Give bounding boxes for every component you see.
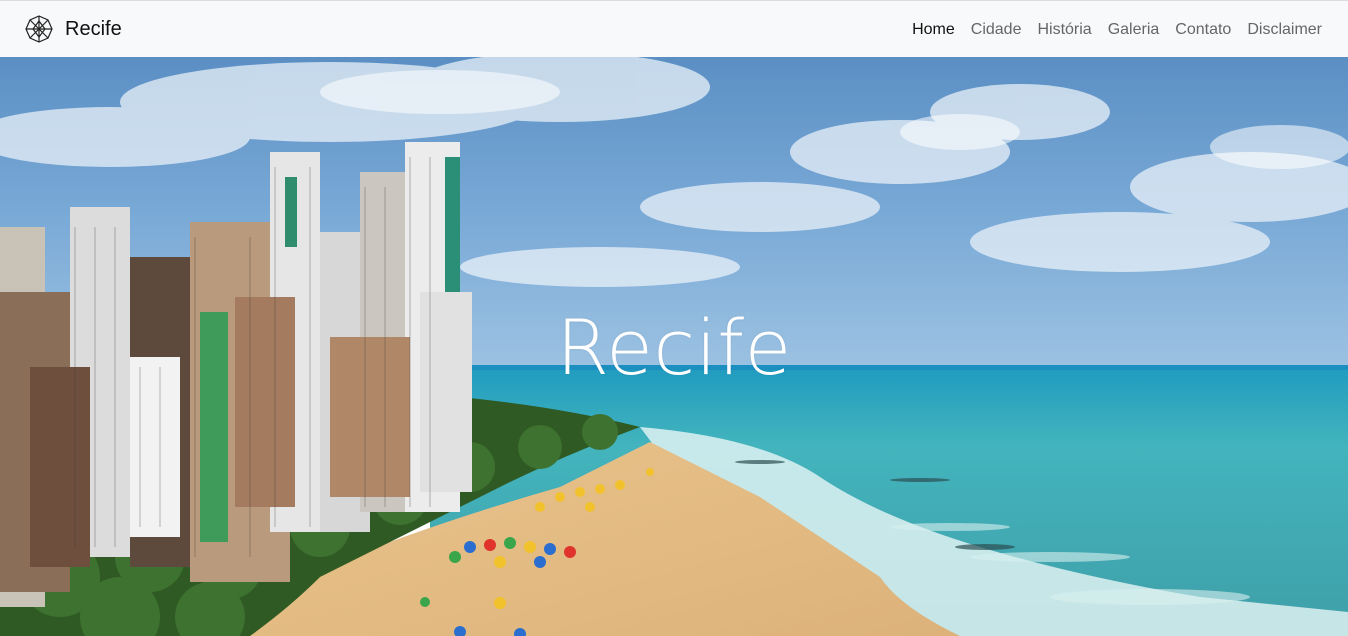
nav-home[interactable]: Home bbox=[912, 19, 955, 41]
brand-name: Recife bbox=[65, 17, 122, 40]
nav-galeria[interactable]: Galeria bbox=[1108, 19, 1160, 41]
nav-disclaimer[interactable]: Disclaimer bbox=[1247, 19, 1322, 41]
hero-banner: Recife bbox=[0, 57, 1348, 636]
nav-cidade[interactable]: Cidade bbox=[971, 19, 1022, 41]
wheel-logo-icon bbox=[24, 14, 54, 44]
navbar: Recife Home Cidade História Galeria Cont… bbox=[0, 1, 1348, 57]
main-nav: Home Cidade História Galeria Contato Dis… bbox=[896, 19, 1322, 41]
brand-link[interactable]: Recife bbox=[24, 14, 122, 44]
nav-contato[interactable]: Contato bbox=[1175, 19, 1231, 41]
hero-title: Recife bbox=[556, 303, 792, 392]
nav-historia[interactable]: História bbox=[1037, 19, 1091, 41]
